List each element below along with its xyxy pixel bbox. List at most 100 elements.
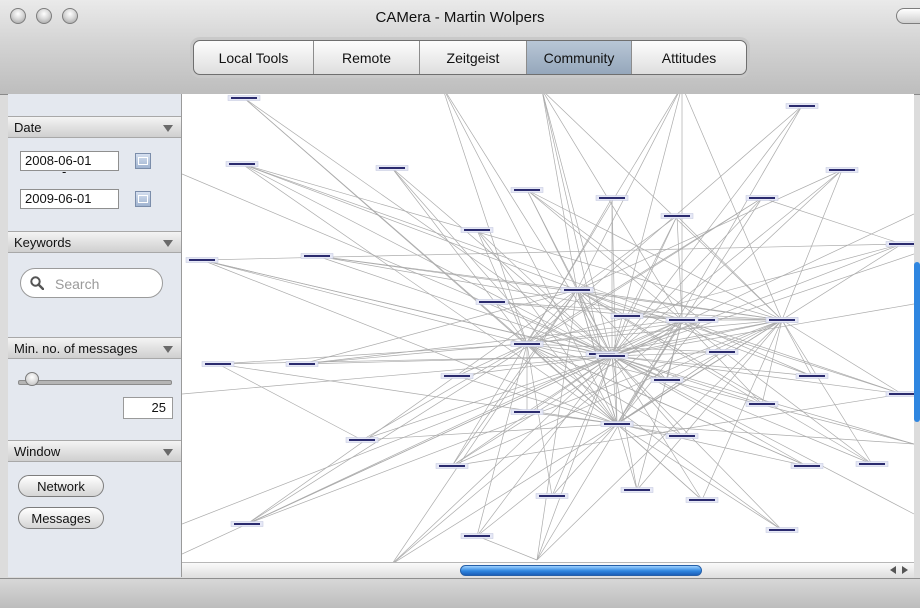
main-tab-bar: Local Tools Remote Zeitgeist Community A… (193, 40, 747, 75)
graph-edge (246, 197, 763, 525)
date-from-field[interactable]: 2008-06-01 (20, 151, 119, 171)
graph-node-label-mark (599, 355, 625, 357)
graph-edge (781, 169, 843, 321)
graph-node-label-mark (709, 351, 735, 353)
graph-edge (451, 319, 683, 467)
graph-edge (611, 169, 843, 357)
triangle-down-icon (163, 240, 173, 247)
graph-edge (526, 343, 783, 531)
graph-node-label-mark (439, 465, 465, 467)
graph-edge (241, 163, 683, 321)
graph-edge (781, 319, 813, 377)
graph-edge (392, 289, 578, 562)
min-messages-slider-knob[interactable] (25, 372, 39, 386)
graph-edge (526, 189, 578, 291)
graph-edge (701, 319, 783, 501)
graph-node-label-mark (304, 255, 330, 257)
graph-node-label-mark (769, 319, 795, 321)
graph-node-label-mark (689, 499, 715, 501)
tab-community[interactable]: Community (527, 41, 632, 74)
graph-node-label-mark (189, 259, 215, 261)
graph-node-label-mark (464, 535, 490, 537)
min-messages-value-field[interactable]: 25 (123, 397, 173, 419)
calendar-icon[interactable] (135, 153, 151, 169)
keywords-section-label: Keywords (14, 235, 72, 250)
graph-edge (476, 423, 618, 537)
min-messages-slider-track[interactable] (18, 380, 172, 385)
date-section-header[interactable]: Date (8, 116, 181, 138)
title-bar: CAMera - Martin Wolpers Local Tools Remo… (0, 0, 920, 95)
graph-edge (616, 105, 803, 425)
date-separator: - (62, 164, 67, 179)
min-messages-section-header[interactable]: Min. no. of messages (8, 337, 181, 359)
graph-node-label-mark (479, 301, 505, 303)
tab-zeitgeist[interactable]: Zeitgeist (420, 41, 527, 74)
graph-node-label-mark (789, 105, 815, 107)
graph-node-label-mark (624, 489, 650, 491)
triangle-down-icon (163, 449, 173, 456)
graph-node-label-mark (231, 97, 257, 99)
search-placeholder: Search (55, 276, 100, 292)
graph-node-label-mark (464, 229, 490, 231)
graph-node-label-mark (664, 215, 690, 217)
graph-node-label-mark (794, 465, 820, 467)
graph-node-label-mark (234, 523, 260, 525)
status-bar (0, 578, 920, 608)
graph-edge (241, 163, 613, 357)
scroll-right-arrow-icon[interactable] (902, 566, 908, 574)
horizontal-scrollbar[interactable] (182, 562, 914, 578)
graph-edge (476, 535, 538, 561)
graph-edge (243, 97, 618, 425)
graph-edge (246, 289, 578, 525)
scroll-left-arrow-icon[interactable] (890, 566, 896, 574)
graph-edge (616, 423, 783, 531)
tab-attitudes[interactable]: Attitudes (632, 41, 746, 74)
graph-node-label-mark (444, 375, 470, 377)
graph-edge (391, 167, 528, 345)
graph-edge (611, 355, 783, 531)
search-icon (30, 276, 44, 290)
graph-edge (611, 213, 914, 357)
graph-edge (444, 94, 528, 345)
date-section-label: Date (14, 120, 42, 135)
graph-node-label-mark (599, 197, 625, 199)
filter-sidebar: Date 2008-06-01 - 2009-06-01 Keywords Se… (8, 94, 182, 577)
date-to-field[interactable]: 2009-06-01 (20, 189, 119, 209)
graph-node-label-mark (514, 343, 540, 345)
graph-node-label-mark (654, 379, 680, 381)
triangle-down-icon (163, 125, 173, 132)
graph-edge (241, 163, 618, 425)
graph-node-label-mark (749, 197, 775, 199)
graph-node-label-mark (799, 375, 825, 377)
horizontal-scroll-thumb[interactable] (460, 565, 702, 576)
toolbar-toggle-button[interactable] (896, 8, 920, 24)
graph-node-label-mark (669, 319, 695, 321)
graph-edges (182, 94, 914, 562)
network-graph-canvas[interactable] (182, 94, 914, 562)
app-window: CAMera - Martin Wolpers Local Tools Remo… (0, 0, 920, 608)
graph-edge (393, 355, 613, 562)
window-section-header[interactable]: Window (8, 440, 181, 462)
keyword-search-input[interactable]: Search (20, 268, 163, 298)
graph-edge (316, 255, 783, 321)
graph-node-label-mark (349, 439, 375, 441)
graph-edge (182, 173, 613, 357)
graph-edge (551, 423, 618, 497)
keywords-section-header[interactable]: Keywords (8, 231, 181, 253)
graph-edge (361, 343, 528, 441)
min-messages-section-label: Min. no. of messages (14, 341, 138, 356)
messages-button[interactable]: Messages (18, 507, 104, 529)
graph-node-label-mark (889, 393, 914, 395)
network-button[interactable]: Network (18, 475, 104, 497)
vertical-scroll-thumb[interactable] (914, 262, 920, 422)
graph-edge (611, 303, 914, 357)
calendar-icon[interactable] (135, 191, 151, 207)
tab-local-tools[interactable]: Local Tools (194, 41, 314, 74)
tab-remote[interactable]: Remote (314, 41, 420, 74)
graph-node-label-mark (514, 411, 540, 413)
community-network-graph[interactable] (182, 94, 914, 562)
graph-node-label-mark (514, 189, 540, 191)
graph-node-label-mark (205, 363, 231, 365)
graph-node-label-mark (769, 529, 795, 531)
graph-edge (446, 94, 613, 357)
